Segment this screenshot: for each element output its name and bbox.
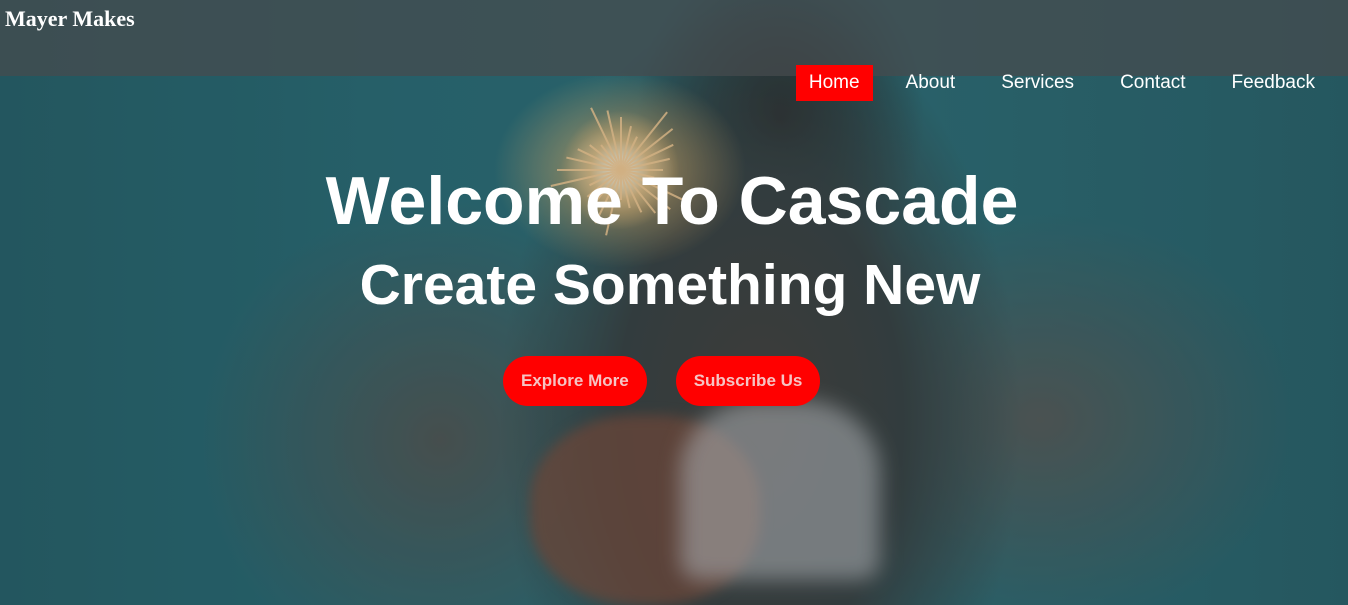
nav-item-home[interactable]: Home [795, 65, 873, 101]
hero-title: Welcome To Cascade [325, 163, 1019, 239]
explore-more-button[interactable]: Explore More [503, 356, 647, 406]
nav-item-services[interactable]: Services [988, 65, 1087, 101]
main-nav: Home About Services Contact Feedback [776, 65, 1328, 101]
subscribe-us-button[interactable]: Subscribe Us [675, 356, 821, 406]
hero-subtitle: Create Something New [359, 253, 981, 317]
top-header: Mayer Makes Home About Services Contact … [0, 0, 1348, 101]
nav-item-feedback[interactable]: Feedback [1219, 65, 1328, 101]
brand-logo[interactable]: Mayer Makes [5, 6, 135, 32]
nav-item-contact[interactable]: Contact [1107, 65, 1198, 101]
nav-item-about[interactable]: About [893, 65, 969, 101]
hero-cta-group: Explore More Subscribe Us [503, 356, 821, 406]
